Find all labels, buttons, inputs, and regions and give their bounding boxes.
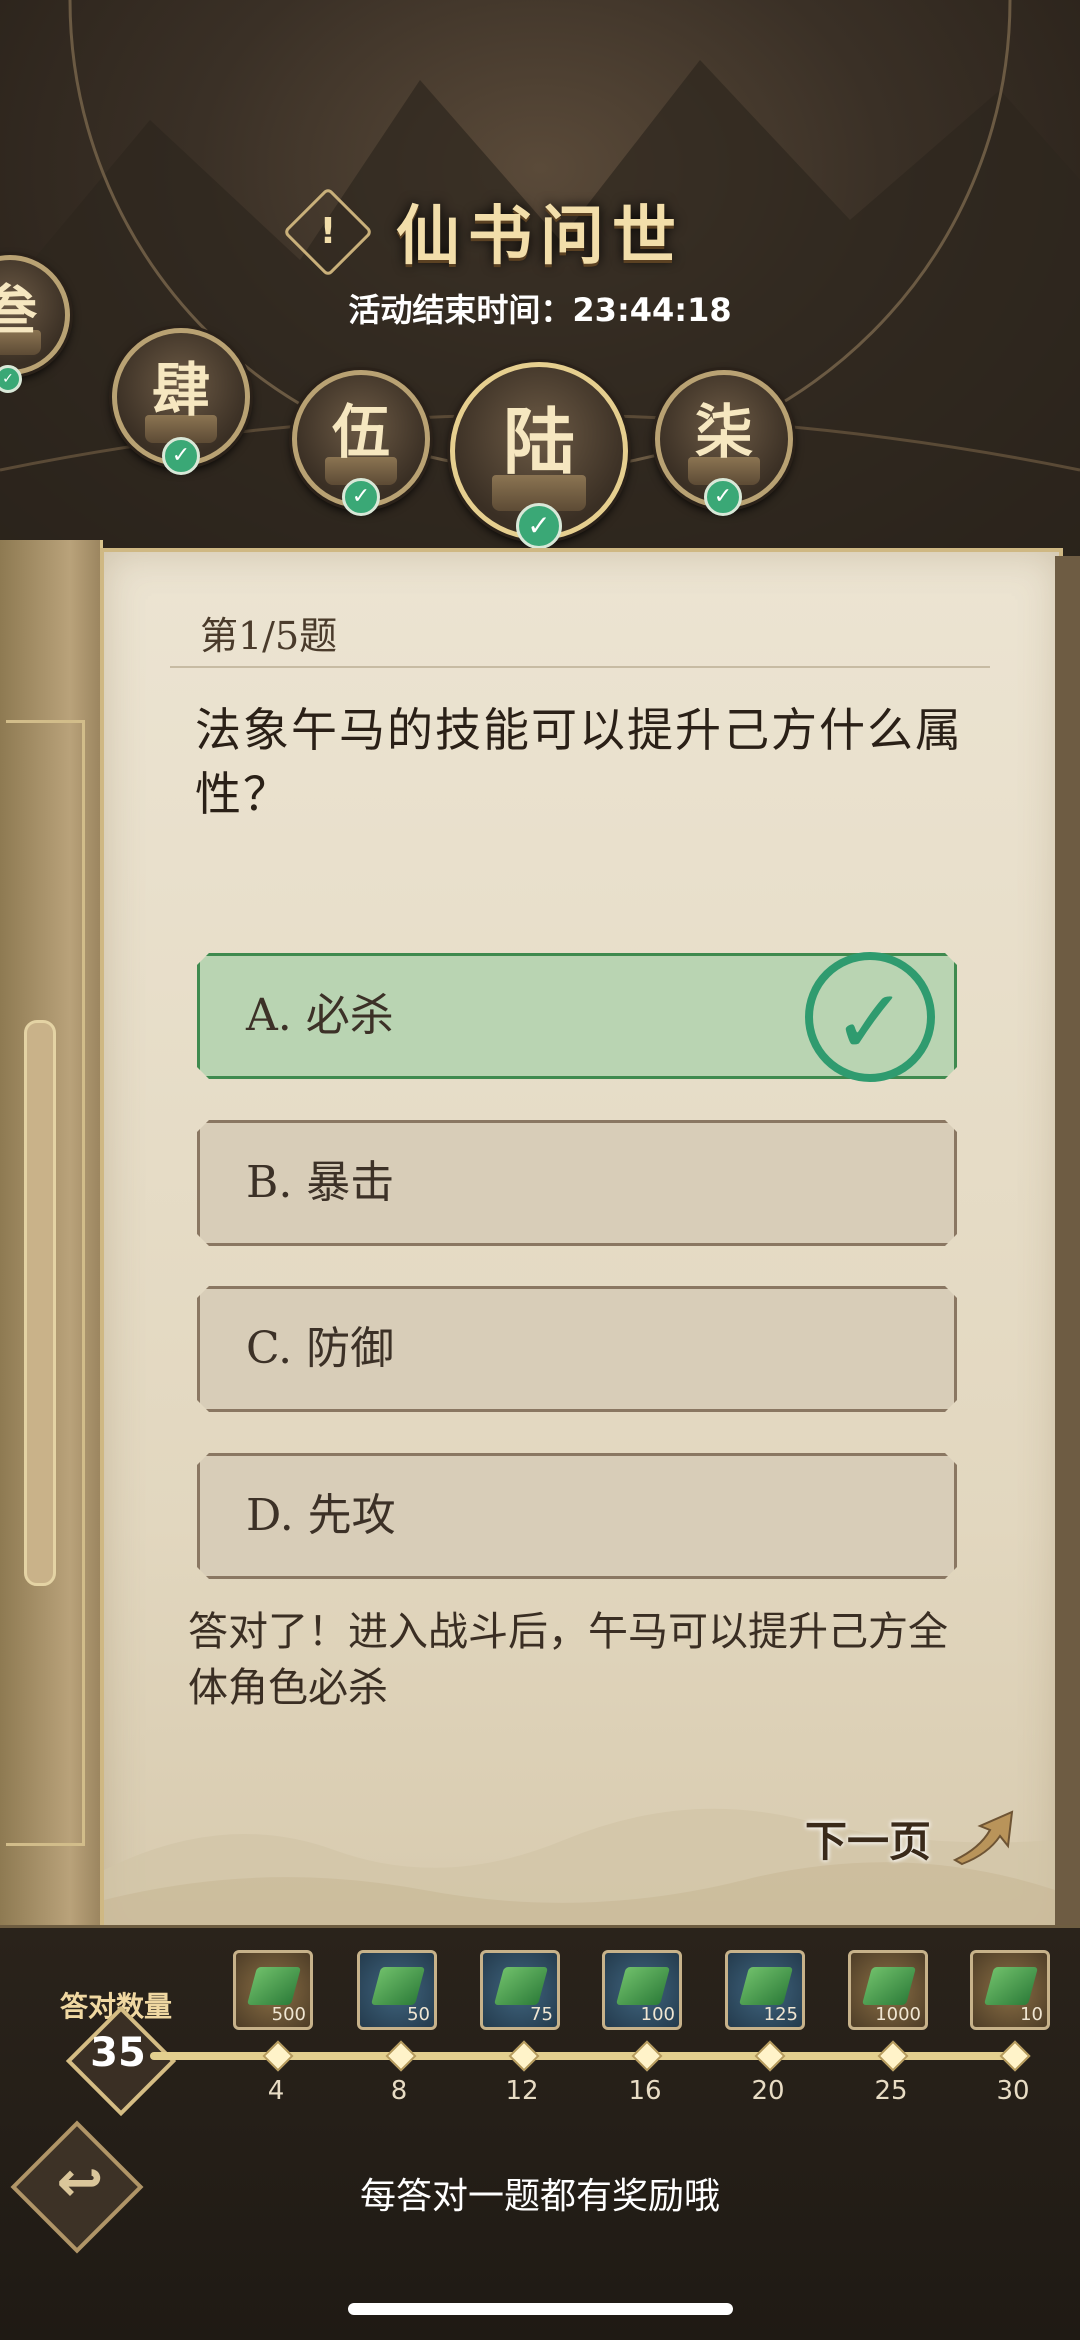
- reward-25[interactable]: 1000: [848, 1950, 928, 2030]
- chapter-7-check-icon: ✓: [704, 478, 742, 516]
- chapter-5-check-icon: ✓: [342, 478, 380, 516]
- reward-hint: 每答对一题都有奖励哦: [359, 2176, 720, 2217]
- milestone-label: 4: [267, 2076, 285, 2106]
- milestone-label: 8: [390, 2076, 408, 2106]
- reward-12-qty: 75: [530, 2004, 553, 2025]
- title-row: 仙书问世: [0, 185, 1080, 277]
- milestone-label: 12: [505, 2076, 539, 2106]
- reward-8-qty: 50: [407, 2004, 430, 2025]
- correct-check-icon: ✓: [805, 952, 935, 1082]
- reward-8[interactable]: 50: [357, 1950, 437, 2030]
- option-d-label: D. 先攻: [246, 1490, 396, 1541]
- chapter-3[interactable]: 叁: [0, 255, 70, 375]
- milestone-label: 20: [751, 2076, 785, 2106]
- reward-20[interactable]: 125: [725, 1950, 805, 2030]
- page-title: 仙书问世: [396, 199, 684, 274]
- milestone-label: 16: [628, 2076, 662, 2106]
- end-time-value: 23:44:18: [572, 291, 732, 329]
- book-right-edge: [1055, 556, 1080, 1926]
- option-b[interactable]: B. 暴击: [197, 1120, 957, 1246]
- option-b-label: B. 暴击: [246, 1157, 395, 1208]
- chapter-4-check-icon: ✓: [162, 437, 200, 475]
- milestone-label: 25: [874, 2076, 908, 2106]
- home-indicator[interactable]: [348, 2303, 733, 2315]
- reward-12[interactable]: 75: [480, 1950, 560, 2030]
- chapter-6-check-icon: ✓: [516, 503, 562, 549]
- next-arrow-icon[interactable]: [950, 1808, 1020, 1868]
- chapter-3-label: 叁: [0, 278, 37, 342]
- question-number: 第1/5题: [200, 614, 338, 658]
- end-time-label: 活动结束时间：: [348, 291, 573, 329]
- chapter-4-label: 肆: [151, 356, 210, 424]
- option-c-label: C. 防御: [246, 1323, 395, 1374]
- question-text: 法象午马的技能可以提升己方什么属性？: [195, 703, 963, 821]
- reward-30[interactable]: 10: [970, 1950, 1050, 2030]
- reward-16[interactable]: 100: [602, 1950, 682, 2030]
- chapter-6-label: 陆: [502, 399, 575, 484]
- milestone-label: 30: [996, 2076, 1030, 2106]
- chapter-5-label: 伍: [331, 398, 390, 466]
- reward-25-qty: 1000: [875, 2004, 921, 2025]
- reward-20-qty: 125: [763, 2004, 798, 2025]
- reward-4[interactable]: 500: [233, 1950, 313, 2030]
- next-page-button[interactable]: 下一页: [805, 1808, 931, 1869]
- divider: [170, 666, 990, 668]
- reward-4-qty: 500: [271, 2004, 306, 2025]
- reward-30-qty: 10: [1020, 2004, 1043, 2025]
- option-a-label: A. 必杀: [246, 990, 394, 1041]
- event-end-time: 活动结束时间：23:44:18: [0, 285, 1080, 331]
- scrollbar[interactable]: [24, 1020, 56, 1586]
- option-c[interactable]: C. 防御: [197, 1286, 957, 1412]
- chapter-7-label: 柒: [694, 398, 753, 466]
- reward-16-qty: 100: [640, 2004, 675, 2025]
- option-d[interactable]: D. 先攻: [197, 1453, 957, 1579]
- book-left-spine: [0, 540, 103, 1940]
